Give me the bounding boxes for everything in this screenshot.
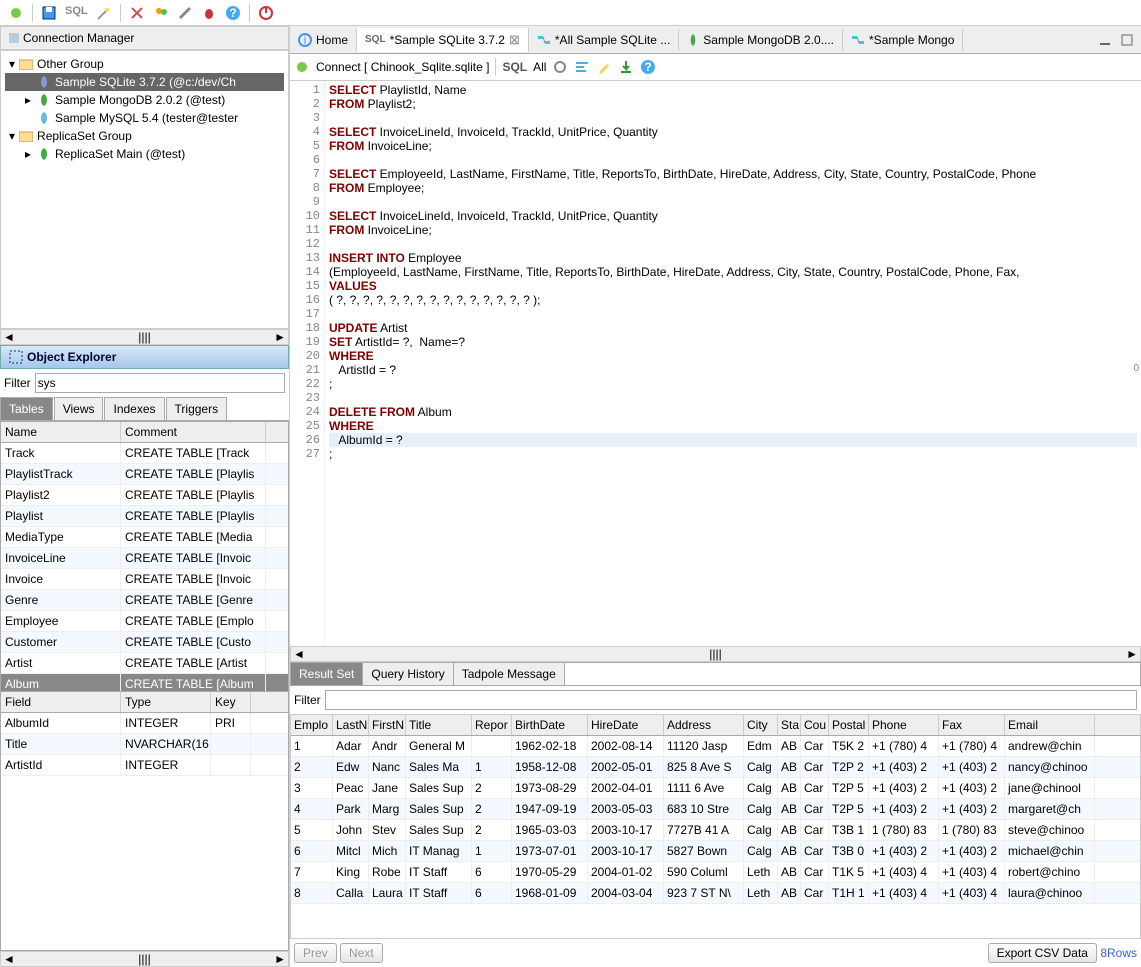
table-row[interactable]: AlbumIdINTEGERPRI xyxy=(1,713,288,734)
table-row[interactable]: ArtistCREATE TABLE [Artist xyxy=(1,653,288,674)
tree-item[interactable]: Sample MySQL 5.4 (tester@tester xyxy=(5,109,284,127)
result-tabs: Result SetQuery HistoryTadpole Message xyxy=(290,662,1141,686)
sql-editor[interactable]: 1234567891011121314151617181920212223242… xyxy=(290,81,1141,646)
editor-tab[interactable]: *All Sample SQLite ... xyxy=(529,29,679,51)
table-row[interactable]: Playlist2CREATE TABLE [Playlis xyxy=(1,485,288,506)
table-row[interactable]: EmployeeCREATE TABLE [Emplo xyxy=(1,611,288,632)
tab-indexes[interactable]: Indexes xyxy=(104,397,164,420)
all-label[interactable]: All xyxy=(533,60,546,74)
close-icon[interactable]: ⊠ xyxy=(509,32,520,48)
editor-tabs: iHomeSQL*Sample SQLite 3.7.2 ⊠*All Sampl… xyxy=(290,26,1141,54)
table-row[interactable]: CustomerCREATE TABLE [Custo xyxy=(1,632,288,653)
edit-icon[interactable] xyxy=(596,59,612,75)
editor-tab[interactable]: Sample MongoDB 2.0.... xyxy=(679,29,843,51)
separator xyxy=(249,4,250,22)
svg-text:?: ? xyxy=(229,6,236,20)
bug-icon[interactable] xyxy=(201,5,217,21)
tables-grid[interactable]: NameComment TrackCREATE TABLE [TrackPlay… xyxy=(0,421,289,696)
result-tab[interactable]: Query History xyxy=(363,663,453,685)
minimize-icon[interactable] xyxy=(1097,32,1113,48)
tree-item[interactable]: ▸ Sample MongoDB 2.0.2 (@test) xyxy=(5,91,284,109)
conn-mgr-title: Connection Manager xyxy=(0,26,289,50)
result-filter-label: Filter xyxy=(294,693,321,707)
table-row[interactable]: ArtistIdINTEGER xyxy=(1,755,288,776)
oe-tabs: TablesViewsIndexesTriggers xyxy=(0,397,289,421)
result-row[interactable]: 8CallaLauraIT Staff61968-01-092004-03-04… xyxy=(291,883,1140,904)
result-tab[interactable]: Tadpole Message xyxy=(454,663,565,685)
result-grid[interactable]: EmploLastNFirstNTitleReporBirthDateHireD… xyxy=(290,714,1141,940)
format-icon[interactable] xyxy=(574,59,590,75)
editor-toolbar: Connect [ Chinook_Sqlite.sqlite ] SQL Al… xyxy=(290,54,1141,81)
table-row[interactable]: PlaylistCREATE TABLE [Playlis xyxy=(1,506,288,527)
magic-icon[interactable] xyxy=(96,5,112,21)
editor-tab[interactable]: iHome xyxy=(290,29,357,51)
export-csv-button[interactable]: Export CSV Data xyxy=(988,943,1097,963)
tree-item[interactable]: ▸ ReplicaSet Main (@test) xyxy=(5,145,284,163)
result-row[interactable]: 1AdarAndrGeneral M1962-02-182002-08-1411… xyxy=(291,736,1140,757)
sql-icon[interactable]: SQL xyxy=(65,5,88,21)
connection-tree[interactable]: ▾ Other Group Sample SQLite 3.7.2 (@c:/d… xyxy=(0,50,289,329)
result-row[interactable]: 4ParkMargSales Sup21947-09-192003-05-036… xyxy=(291,799,1140,820)
save-icon[interactable] xyxy=(41,5,57,21)
connect-icon[interactable] xyxy=(294,59,310,75)
users-icon[interactable] xyxy=(153,5,169,21)
table-row[interactable]: MediaTypeCREATE TABLE [Media xyxy=(1,527,288,548)
result-row[interactable]: 2EdwNancSales Ma11958-12-082002-05-01825… xyxy=(291,757,1140,778)
row-count: 8Rows xyxy=(1100,946,1137,960)
result-tab[interactable]: Result Set xyxy=(291,663,363,685)
prev-button[interactable]: Prev xyxy=(294,943,337,963)
result-filter-input[interactable] xyxy=(325,690,1137,710)
table-row[interactable]: GenreCREATE TABLE [Genre xyxy=(1,590,288,611)
main-toolbar: SQL ? xyxy=(0,0,1141,26)
svg-text:i: i xyxy=(304,33,307,47)
gear-icon[interactable] xyxy=(552,59,568,75)
h-scroll[interactable]: ◄||||► xyxy=(0,951,289,967)
table-row[interactable]: InvoiceLineCREATE TABLE [Invoic xyxy=(1,548,288,569)
table-row[interactable]: TrackCREATE TABLE [Track xyxy=(1,443,288,464)
columns-grid[interactable]: FieldTypeKey AlbumIdINTEGERPRITitleNVARC… xyxy=(0,691,289,951)
editor-tab[interactable]: *Sample Mongo xyxy=(843,29,963,51)
connect-label: Connect [ Chinook_Sqlite.sqlite ] xyxy=(316,60,489,74)
tab-views[interactable]: Views xyxy=(54,397,104,420)
svg-text:?: ? xyxy=(645,60,652,74)
result-row[interactable]: 7KingRobeIT Staff61970-05-292004-01-0259… xyxy=(291,862,1140,883)
sql-label[interactable]: SQL xyxy=(502,60,527,74)
tools-icon[interactable] xyxy=(177,5,193,21)
filter-input[interactable] xyxy=(35,373,285,393)
next-button[interactable]: Next xyxy=(340,943,383,963)
result-row[interactable]: 6MitclMichIT Manag11973-07-012003-10-175… xyxy=(291,841,1140,862)
result-footer: Prev Next Export CSV Data 8Rows xyxy=(290,939,1141,967)
power-icon[interactable] xyxy=(258,5,274,21)
editor-tab[interactable]: SQL*Sample SQLite 3.7.2 ⊠ xyxy=(357,28,529,52)
table-row[interactable]: PlaylistTrackCREATE TABLE [Playlis xyxy=(1,464,288,485)
separator xyxy=(32,4,33,22)
object-explorer-title: Object Explorer xyxy=(0,345,289,369)
table-row[interactable]: TitleNVARCHAR(16 xyxy=(1,734,288,755)
table-row[interactable]: InvoiceCREATE TABLE [Invoic xyxy=(1,569,288,590)
result-row[interactable]: 3PeacJaneSales Sup21973-08-292002-04-011… xyxy=(291,778,1140,799)
help-icon[interactable]: ? xyxy=(640,59,656,75)
result-row[interactable]: 5JohnStevSales Sup21965-03-032003-10-177… xyxy=(291,820,1140,841)
tree-group[interactable]: ▾ Other Group xyxy=(5,55,284,73)
maximize-icon[interactable] xyxy=(1119,32,1135,48)
h-scroll[interactable]: ◄||||► xyxy=(0,329,289,345)
h-scroll[interactable]: ◄||||► xyxy=(290,646,1141,662)
filter-label: Filter xyxy=(4,376,31,390)
connect-icon[interactable] xyxy=(8,5,24,21)
tree-group[interactable]: ▾ ReplicaSet Group xyxy=(5,127,284,145)
help-icon[interactable]: ? xyxy=(225,5,241,21)
download-icon[interactable] xyxy=(618,59,634,75)
tree-item[interactable]: Sample SQLite 3.7.2 (@c:/dev/Ch xyxy=(5,73,284,91)
separator xyxy=(120,4,121,22)
cut-icon[interactable] xyxy=(129,5,145,21)
tab-triggers[interactable]: Triggers xyxy=(166,397,228,420)
ruler-mark: 0 xyxy=(1133,363,1139,374)
tab-tables[interactable]: Tables xyxy=(0,397,53,420)
